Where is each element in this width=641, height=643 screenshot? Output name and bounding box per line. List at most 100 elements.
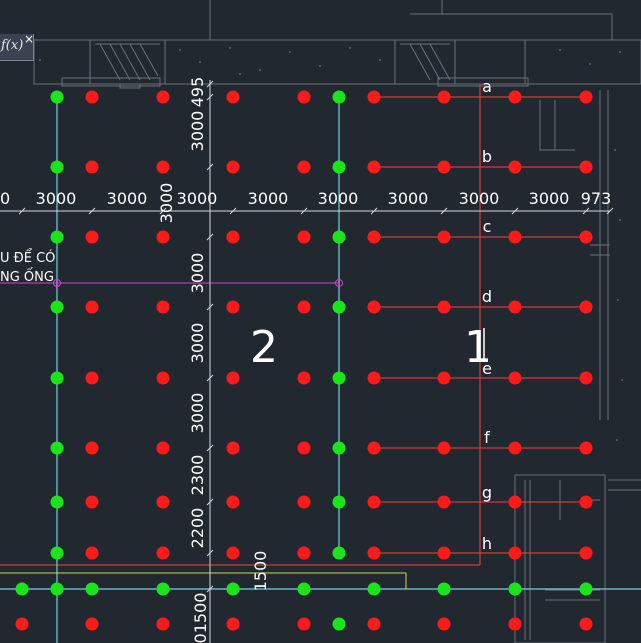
row-label-g: g [482,483,492,502]
sprinkler-head [437,495,451,509]
dim-h-7: 3000 [459,189,500,208]
sprinkler-head [85,90,99,104]
horizontal-dimensions: 0 3000 3000 3000 3000 3000 3000 3000 300… [0,189,611,208]
sprinkler-head [332,495,346,509]
command-line-panel[interactable]: f(x) × [0,32,34,61]
sprinkler-head [297,582,311,596]
sprinkler-head [367,546,381,560]
sprinkler-head [437,617,451,631]
dim-h-6: 3000 [388,189,429,208]
dim-v-7: 2200 [188,508,207,549]
sprinkler-head [297,617,311,631]
function-icon: f(x) [1,38,24,53]
sprinkler-head [579,300,593,314]
dim-v-3: 3000 [188,253,207,294]
sprinkler-head [579,90,593,104]
sprinkler-head [50,90,64,104]
dim-h-4: 3000 [248,189,289,208]
sprinkler-head [367,441,381,455]
sprinkler-head [50,300,64,314]
sprinkler-head [50,230,64,244]
sprinkler-head [156,546,170,560]
sprinkler-head [226,90,240,104]
sprinkler-head [85,441,99,455]
stipple-dots [39,47,623,441]
sprinkler-head [579,230,593,244]
sprinkler-head [156,90,170,104]
sprinkler-head [437,90,451,104]
sprinkler-head [508,160,522,174]
sprinkler-head [508,546,522,560]
sprinkler-head [437,230,451,244]
sprinkler-head [297,230,311,244]
sprinkler-head [367,582,381,596]
row-label-a: a [482,77,492,96]
sprinkler-head [579,495,593,509]
dim-h-9: 973 [581,189,612,208]
sprinkler-head [508,371,522,385]
sprinkler-head [50,582,64,596]
sprinkler-head [297,300,311,314]
dim-v-4: 3000 [188,323,207,364]
sprinkler-head [367,617,381,631]
row-label-d: d [482,287,492,306]
sprinkler-head [332,617,346,631]
sprinkler-head [156,230,170,244]
sprinkler-head [332,441,346,455]
sprinkler-head [579,160,593,174]
row-labels: a b c d e f g h [482,77,492,553]
sprinkler-head [297,546,311,560]
sprinkler-heads [15,90,593,631]
sprinkler-head [332,230,346,244]
sprinkler-head [226,582,240,596]
dim-v-1: 3000 [188,111,207,152]
sprinkler-head [50,160,64,174]
sprinkler-head [226,441,240,455]
sprinkler-head [226,230,240,244]
sprinkler-head [332,371,346,385]
row-label-c: c [483,217,492,236]
sprinkler-head [50,495,64,509]
sprinkler-head [508,230,522,244]
sprinkler-head [579,617,593,631]
sprinkler-head [226,160,240,174]
sprinkler-head [15,617,29,631]
dim-h-3: 3000 [177,189,218,208]
sprinkler-head [85,300,99,314]
dim-h-0: 0 [0,189,10,208]
sprinkler-head [85,582,99,596]
sprinkler-head [508,441,522,455]
sprinkler-head [85,371,99,385]
cad-canvas[interactable]: 0 3000 3000 3000 3000 3000 3000 3000 300… [0,0,641,643]
sprinkler-head [297,441,311,455]
sprinkler-head [156,160,170,174]
sprinkler-head [85,230,99,244]
cad-drawing-viewport[interactable]: 0 3000 3000 3000 3000 3000 3000 3000 300… [0,0,641,643]
dim-h-8: 3000 [529,189,570,208]
sprinkler-head [50,441,64,455]
sprinkler-head [156,371,170,385]
sprinkler-head [508,300,522,314]
sprinkler-head [579,371,593,385]
dim-v-2: 3000 [157,183,176,224]
sprinkler-head [508,495,522,509]
note-line-1: U ĐỂ CÓ [0,249,55,266]
close-icon[interactable]: × [24,32,34,46]
sprinkler-head [85,160,99,174]
sprinkler-head [50,371,64,385]
sprinkler-head [156,617,170,631]
sprinkler-head [437,582,451,596]
dim-v-6: 2300 [188,455,207,496]
sprinkler-head [367,300,381,314]
dim-h-5: 3000 [318,189,359,208]
sprinkler-head [226,617,240,631]
sprinkler-head [297,371,311,385]
sprinkler-head [85,495,99,509]
row-label-f: f [484,428,490,447]
sprinkler-head [85,546,99,560]
sprinkler-head [332,90,346,104]
sprinkler-head [332,546,346,560]
sprinkler-head [367,90,381,104]
sprinkler-head [156,300,170,314]
sprinkler-head [367,230,381,244]
